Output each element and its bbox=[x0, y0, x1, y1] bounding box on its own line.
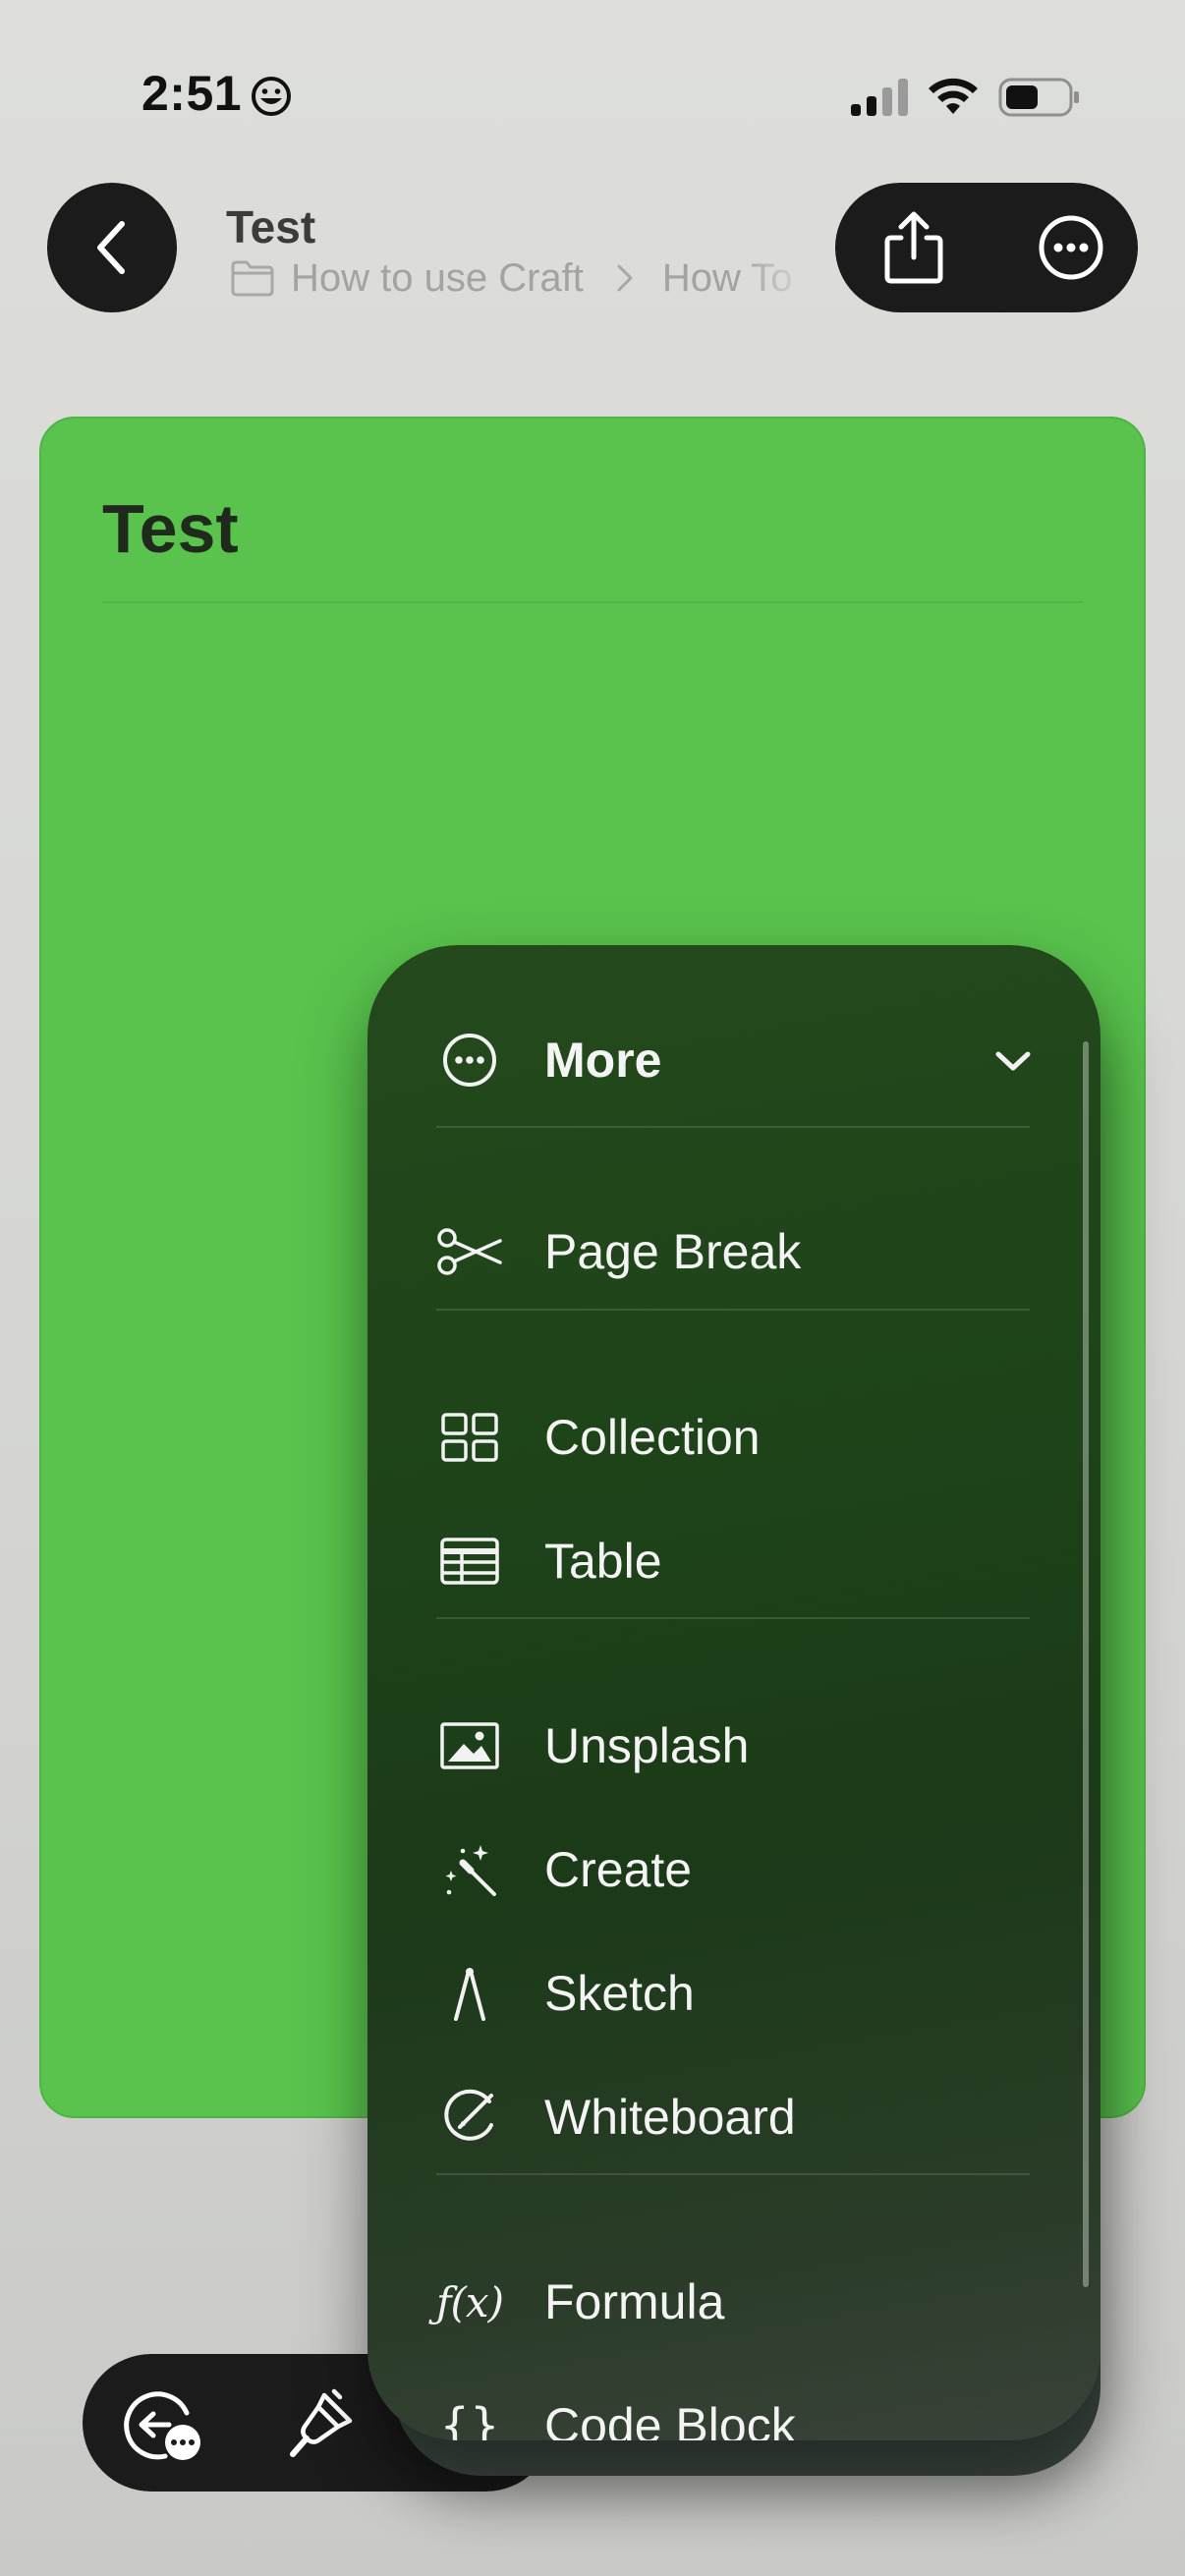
more-options-button[interactable] bbox=[1032, 208, 1110, 287]
back-button[interactable] bbox=[47, 183, 177, 312]
share-button[interactable] bbox=[875, 208, 953, 287]
menu-item-table[interactable]: Table bbox=[367, 1507, 1100, 1615]
header-actions bbox=[835, 183, 1138, 312]
menu-divider bbox=[436, 1309, 1030, 1311]
document-header-title: Test bbox=[226, 201, 316, 252]
chevron-right-icon bbox=[617, 264, 633, 292]
folder-icon bbox=[231, 260, 274, 297]
menu-item-unsplash[interactable]: Unsplash bbox=[367, 1692, 1100, 1800]
menu-header-label: More bbox=[544, 1033, 662, 1088]
title-divider bbox=[102, 601, 1083, 603]
document-title[interactable]: Test bbox=[102, 489, 239, 568]
chevron-left-icon bbox=[97, 221, 125, 274]
braces-glyph: {} bbox=[439, 2398, 500, 2440]
cellular-signal-icon bbox=[851, 79, 908, 116]
paintbrush-icon[interactable] bbox=[285, 2385, 360, 2460]
insert-more-menu: More Page Break Collection Table Unsplas… bbox=[367, 945, 1100, 2440]
menu-header-more[interactable]: More bbox=[367, 998, 1100, 1122]
photo-icon bbox=[436, 1712, 503, 1779]
compass-icon bbox=[436, 1960, 503, 2027]
menu-item-create[interactable]: Create bbox=[367, 1816, 1100, 1924]
grinning-face-icon bbox=[252, 77, 291, 116]
menu-item-label: Formula bbox=[544, 2274, 725, 2329]
status-time: 2:51 bbox=[141, 66, 243, 121]
magic-wand-icon bbox=[436, 1836, 503, 1903]
scissors-icon bbox=[436, 1218, 503, 1285]
menu-item-label: Code Block bbox=[544, 2398, 796, 2440]
breadcrumb-item[interactable]: How to use Craft bbox=[291, 256, 584, 301]
ellipsis-circle-icon bbox=[1039, 215, 1103, 280]
menu-item-label: Sketch bbox=[544, 1966, 695, 2021]
menu-item-label: Whiteboard bbox=[544, 2090, 796, 2145]
undo-comment-icon[interactable] bbox=[122, 2387, 204, 2462]
battery-icon bbox=[998, 78, 1079, 117]
menu-item-formula[interactable]: ƒ(x) Formula bbox=[367, 2248, 1100, 2356]
menu-item-label: Unsplash bbox=[544, 1718, 750, 1773]
menu-item-collection[interactable]: Collection bbox=[367, 1383, 1100, 1491]
breadcrumb[interactable]: How to use Craft How To bbox=[230, 253, 810, 303]
menu-divider bbox=[436, 1617, 1030, 1619]
function-glyph: ƒ(x) bbox=[436, 2277, 504, 2326]
chevron-down-icon bbox=[995, 1051, 1031, 1071]
ellipsis-circle-icon bbox=[436, 1027, 503, 1093]
menu-divider bbox=[436, 1126, 1030, 1128]
wifi-icon bbox=[929, 78, 978, 114]
menu-item-label: Table bbox=[544, 1534, 662, 1589]
whiteboard-icon bbox=[436, 2084, 503, 2151]
grid-icon bbox=[436, 1404, 503, 1471]
table-icon bbox=[436, 1528, 503, 1595]
menu-item-sketch[interactable]: Sketch bbox=[367, 1939, 1100, 2047]
menu-divider bbox=[436, 2173, 1030, 2175]
function-icon: ƒ(x) bbox=[436, 2268, 504, 2335]
menu-item-label: Page Break bbox=[544, 1224, 802, 1279]
braces-icon: {} bbox=[436, 2392, 503, 2440]
menu-item-label: Create bbox=[544, 1842, 693, 1897]
menu-item-whiteboard[interactable]: Whiteboard bbox=[367, 2063, 1100, 2171]
share-icon bbox=[884, 211, 943, 284]
menu-item-page-break[interactable]: Page Break bbox=[367, 1198, 1100, 1306]
menu-item-code-block[interactable]: {} Code Block bbox=[367, 2372, 1100, 2440]
menu-item-label: Collection bbox=[544, 1410, 761, 1465]
breadcrumb-item[interactable]: How To bbox=[662, 256, 793, 301]
